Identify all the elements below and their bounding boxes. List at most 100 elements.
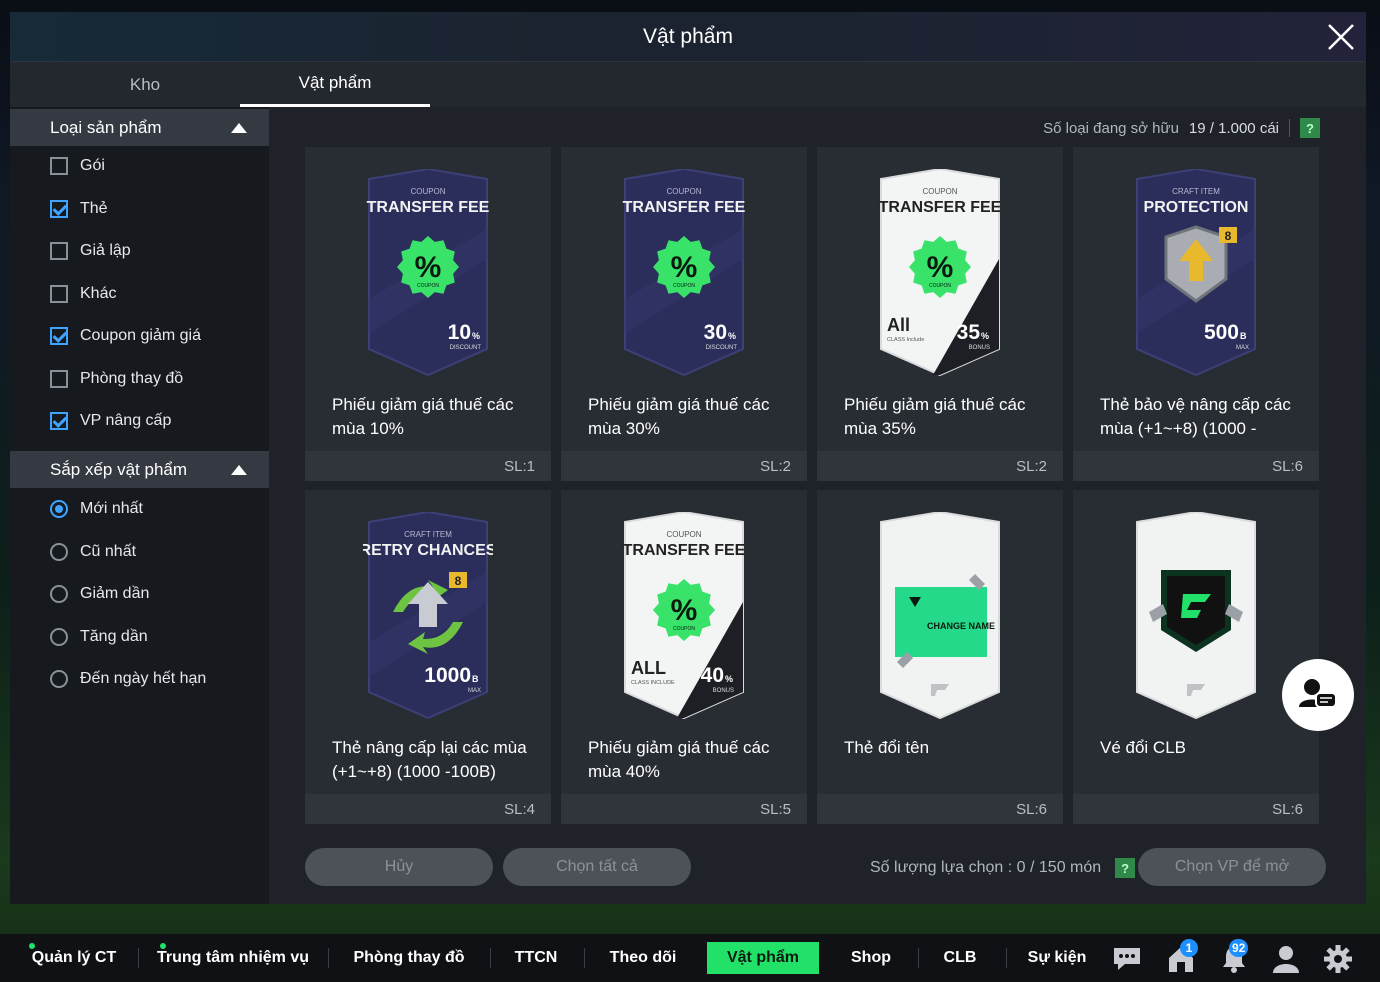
sort-option[interactable]: Cũ nhất — [50, 540, 136, 564]
nav-separator — [328, 948, 329, 968]
item-card[interactable]: CRAFT ITEM PROTECTION 8 500 B MAX Thẻ bảo vệ n… — [1073, 147, 1319, 481]
open-items-button[interactable]: Chọn VP để mở — [1138, 848, 1326, 886]
checkbox[interactable] — [50, 199, 68, 218]
nav-item[interactable]: Sự kiện — [1020, 942, 1094, 974]
sort-option[interactable]: Đến ngày hết hạn — [50, 667, 206, 691]
close-icon[interactable] — [1324, 20, 1358, 54]
bottom-navigation: 1 92 Quản lý CT Trung tâm nhiệm vụ Phòng t… — [0, 934, 1380, 982]
tab-kho[interactable]: Kho — [50, 62, 240, 107]
card-value-sub: BONUS — [713, 688, 734, 694]
nav-separator — [918, 948, 919, 968]
sort-option[interactable]: Tăng dần — [50, 625, 148, 649]
card-unit: % — [725, 674, 733, 684]
chat-icon[interactable] — [1111, 945, 1143, 973]
help-icon[interactable]: ? — [1300, 118, 1320, 138]
nav-item[interactable]: Phòng thay đồ — [348, 942, 470, 974]
select-all-button[interactable]: Chọn tất cả — [503, 848, 691, 886]
sort-option[interactable]: Mới nhất — [50, 497, 143, 521]
radio-button[interactable] — [50, 670, 68, 688]
card-value: 500 — [1204, 321, 1239, 344]
sort-option[interactable]: Giảm dần — [50, 582, 149, 606]
product-type-header[interactable]: Loại sản phẩm — [10, 109, 269, 146]
sort-header[interactable]: Sắp xếp vật phẩm — [10, 451, 269, 488]
item-footer: SL:6 — [1073, 451, 1319, 481]
coupon-badge-label: COUPON — [673, 283, 695, 289]
cancel-button[interactable]: Hủy — [305, 848, 493, 886]
class-sub-label: CLASS Include — [887, 337, 924, 343]
support-chat-button[interactable] — [1282, 659, 1354, 731]
item-quantity: SL:1 — [504, 457, 535, 475]
card-heading: RETRY CHANCES — [363, 542, 493, 559]
nav-item[interactable]: Theo dõi — [600, 942, 686, 974]
radio-button[interactable] — [50, 542, 68, 561]
coupon-badge-label: COUPON — [929, 283, 951, 289]
item-footer: SL:4 — [305, 794, 551, 824]
checkbox[interactable] — [50, 157, 68, 175]
card-value-sub: DISCOUNT — [450, 345, 482, 351]
card-artwork: COUPONTRANSFER FEE%COUPON10 %DISCOUNT — [367, 169, 490, 377]
card-unit: % — [981, 331, 989, 341]
card-value-sub: DISCOUNT — [706, 345, 738, 351]
item-card[interactable]: COUPON TRANSFER FEE% COUPON ALL CLASS INCLUD… — [561, 490, 807, 824]
item-card[interactable]: COUPON TRANSFER FEE% COUPON 10% DISCOUNT Phiế… — [305, 147, 551, 481]
notification-dot — [160, 943, 166, 949]
item-quantity: SL:4 — [504, 800, 535, 818]
checkbox[interactable] — [50, 284, 68, 303]
item-card[interactable]: COUPON TRANSFER FEE% COUPON 30% DISCOUNT Phiế… — [561, 147, 807, 481]
filter-option[interactable]: Phòng thay đồ — [50, 367, 183, 391]
settings-gear-icon[interactable] — [1323, 944, 1353, 974]
nav-item[interactable]: Quản lý CT — [26, 942, 122, 974]
home-badge: 1 — [1180, 939, 1198, 957]
selection-count: Số lượng lựa chọn : 0 / 150 món ? — [870, 858, 1136, 878]
nav-item[interactable]: Shop — [838, 942, 904, 974]
checkbox[interactable] — [50, 369, 68, 388]
item-card[interactable]: Vé đổi CLB SL:6 — [1073, 490, 1319, 824]
checkbox[interactable] — [50, 327, 68, 345]
filter-option[interactable]: Coupon giảm giá — [50, 324, 201, 348]
filter-option[interactable]: Khác — [50, 282, 116, 306]
radio-button[interactable] — [50, 500, 68, 518]
card-unit: B — [472, 674, 479, 684]
filter-sidebar: Loại sản phẩm Gói Thẻ Giả lập Khác Coupon gi… — [10, 107, 269, 904]
card-unit: % — [472, 331, 480, 341]
item-quantity: SL:6 — [1272, 457, 1303, 475]
nav-item[interactable]: Vật phẩm — [707, 942, 819, 974]
modal-titlebar: Vật phẩm — [10, 12, 1366, 62]
item-name: Phiếu giảm giá thuế các mùa 35% — [844, 395, 1026, 438]
item-quantity: SL:6 — [1272, 800, 1303, 818]
owned-count: Số loại đang sở hữu 19 / 1.000 cái ? — [1043, 118, 1320, 138]
ticket-label: CHANGE NAME — [927, 621, 995, 631]
card-kicker: COUPON — [410, 187, 445, 196]
item-card[interactable]: CHANGE NAME Thẻ đổi tên SL:6 — [817, 490, 1063, 824]
coupon-percent: % — [671, 594, 698, 627]
filter-option[interactable]: Thẻ — [50, 197, 108, 221]
filter-option[interactable]: Gói — [50, 154, 105, 178]
radio-button[interactable] — [50, 585, 68, 603]
checkbox[interactable] — [50, 242, 68, 260]
item-name: Phiếu giảm giá thuế các mùa 10% — [332, 395, 514, 438]
card-heading: TRANSFER FEE — [623, 542, 746, 559]
tab-bar: Kho Vật phẩm — [10, 62, 1366, 107]
card-value-sub: MAX — [468, 688, 481, 694]
item-card[interactable]: CRAFT ITEM RETRY CHANCES 8 1000 B MAX Thẻ nâng… — [305, 490, 551, 824]
item-quantity: SL:5 — [760, 800, 791, 818]
card-value: 1000 — [424, 664, 471, 687]
nav-item[interactable]: TTCN — [504, 942, 568, 974]
card-heading: TRANSFER FEE — [879, 199, 1002, 216]
radio-button[interactable] — [50, 627, 68, 646]
nav-item[interactable]: CLB — [930, 942, 990, 974]
filter-option[interactable]: VP nâng cấp — [50, 409, 171, 433]
item-card[interactable]: COUPON TRANSFER FEE% COUPON All CLASS Includ… — [817, 147, 1063, 481]
item-name: Phiếu giảm giá thuế các mùa 30% — [588, 395, 770, 438]
checkbox[interactable] — [50, 412, 68, 430]
card-value: 35 — [957, 321, 981, 344]
tab-vat-pham[interactable]: Vật phẩm — [240, 62, 430, 107]
coupon-percent: % — [415, 251, 442, 284]
collapse-triangle-icon — [231, 123, 247, 133]
profile-icon[interactable] — [1272, 944, 1300, 974]
notification-dot — [29, 943, 35, 949]
help-icon[interactable]: ? — [1115, 858, 1136, 878]
item-footer: SL:6 — [1073, 794, 1319, 824]
nav-item[interactable]: Trung tâm nhiệm vụ — [157, 942, 309, 974]
filter-option[interactable]: Giả lập — [50, 239, 131, 263]
